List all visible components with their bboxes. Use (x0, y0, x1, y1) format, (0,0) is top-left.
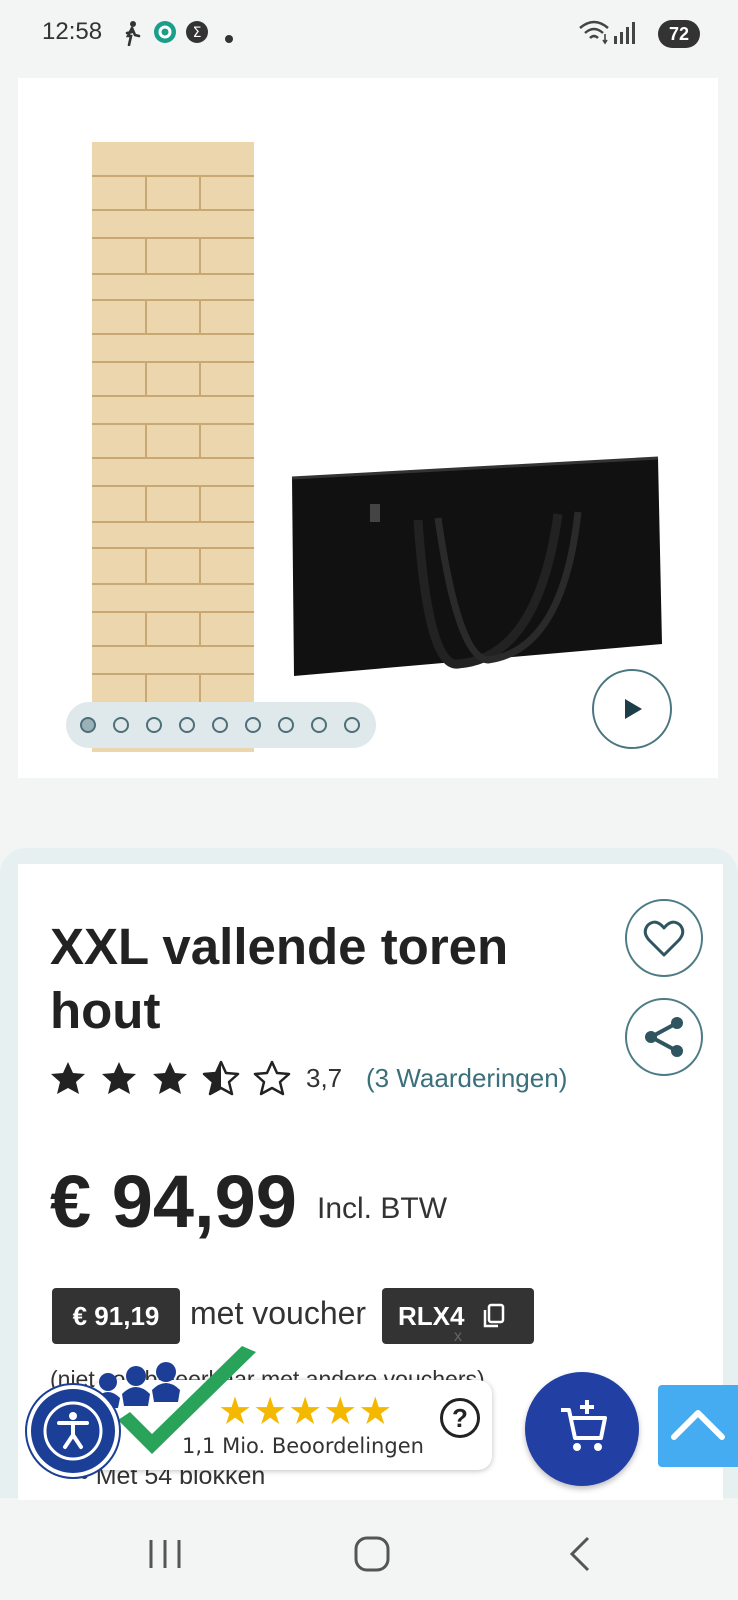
signal-icon (612, 20, 636, 51)
status-time: 12:58 (42, 18, 103, 45)
add-to-cart-button[interactable] (525, 1372, 639, 1486)
gallery-dot[interactable] (278, 717, 294, 733)
accessibility-icon (43, 1401, 103, 1461)
status-bar: 12:58 Σ 72 (0, 0, 738, 58)
trust-close-icon[interactable]: x (454, 1328, 462, 1346)
app-notification-icon (153, 20, 177, 49)
walking-icon (122, 20, 142, 51)
accessibility-button[interactable] (27, 1385, 119, 1477)
back-icon[interactable] (560, 1534, 600, 1574)
recent-apps-icon[interactable] (145, 1534, 185, 1574)
rating-stars (51, 1060, 291, 1096)
star-icon (153, 1062, 187, 1094)
svg-text:Σ: Σ (193, 25, 202, 41)
trust-logo-icon (96, 1346, 256, 1454)
voucher-code: RLX4 (398, 1301, 465, 1331)
gallery-dot[interactable] (212, 717, 228, 733)
gallery-dot[interactable] (113, 717, 129, 733)
share-icon (645, 1017, 683, 1057)
trust-help-button[interactable]: ? (440, 1398, 480, 1438)
voucher-price-badge: € 91,19 (52, 1288, 180, 1344)
gallery-dot[interactable] (179, 717, 195, 733)
star-empty-icon (253, 1060, 291, 1096)
storage-bag-image (291, 456, 662, 676)
vat-label: Incl. BTW (317, 1192, 448, 1225)
share-button[interactable] (625, 998, 703, 1076)
play-icon (625, 699, 642, 719)
add-to-cart-icon (561, 1400, 607, 1451)
gallery-dot[interactable] (80, 717, 96, 733)
wifi-icon (578, 18, 612, 51)
gallery-dot[interactable] (311, 717, 327, 733)
home-icon[interactable] (352, 1534, 392, 1574)
play-video-button[interactable] (592, 669, 672, 749)
gallery-dot[interactable] (245, 717, 261, 733)
product-price: € 94,99 (50, 1160, 297, 1243)
reviews-link[interactable]: (3 Waarderingen) (366, 1058, 567, 1098)
sum-notification-icon: Σ (185, 20, 209, 49)
battery-indicator: 72 (658, 20, 700, 48)
heart-icon (643, 920, 685, 957)
chevron-up-icon (671, 1410, 725, 1440)
gallery-pagination (66, 702, 376, 748)
copy-icon (483, 1303, 505, 1328)
scroll-to-top-button[interactable] (658, 1385, 738, 1467)
gallery-dot[interactable] (344, 717, 360, 733)
gallery-dot[interactable] (146, 717, 162, 733)
product-title: XXL vallende toren hout (50, 918, 509, 1039)
star-icon (51, 1062, 85, 1094)
voucher-label: met voucher (190, 1295, 367, 1331)
system-nav-bar (0, 1500, 738, 1600)
more-dot-icon (225, 30, 233, 48)
star-half-icon (202, 1060, 240, 1096)
rating-value: 3,7 (306, 1063, 343, 1093)
star-icon (102, 1062, 136, 1094)
wishlist-button[interactable] (625, 899, 703, 977)
wooden-tower-image (92, 142, 254, 752)
